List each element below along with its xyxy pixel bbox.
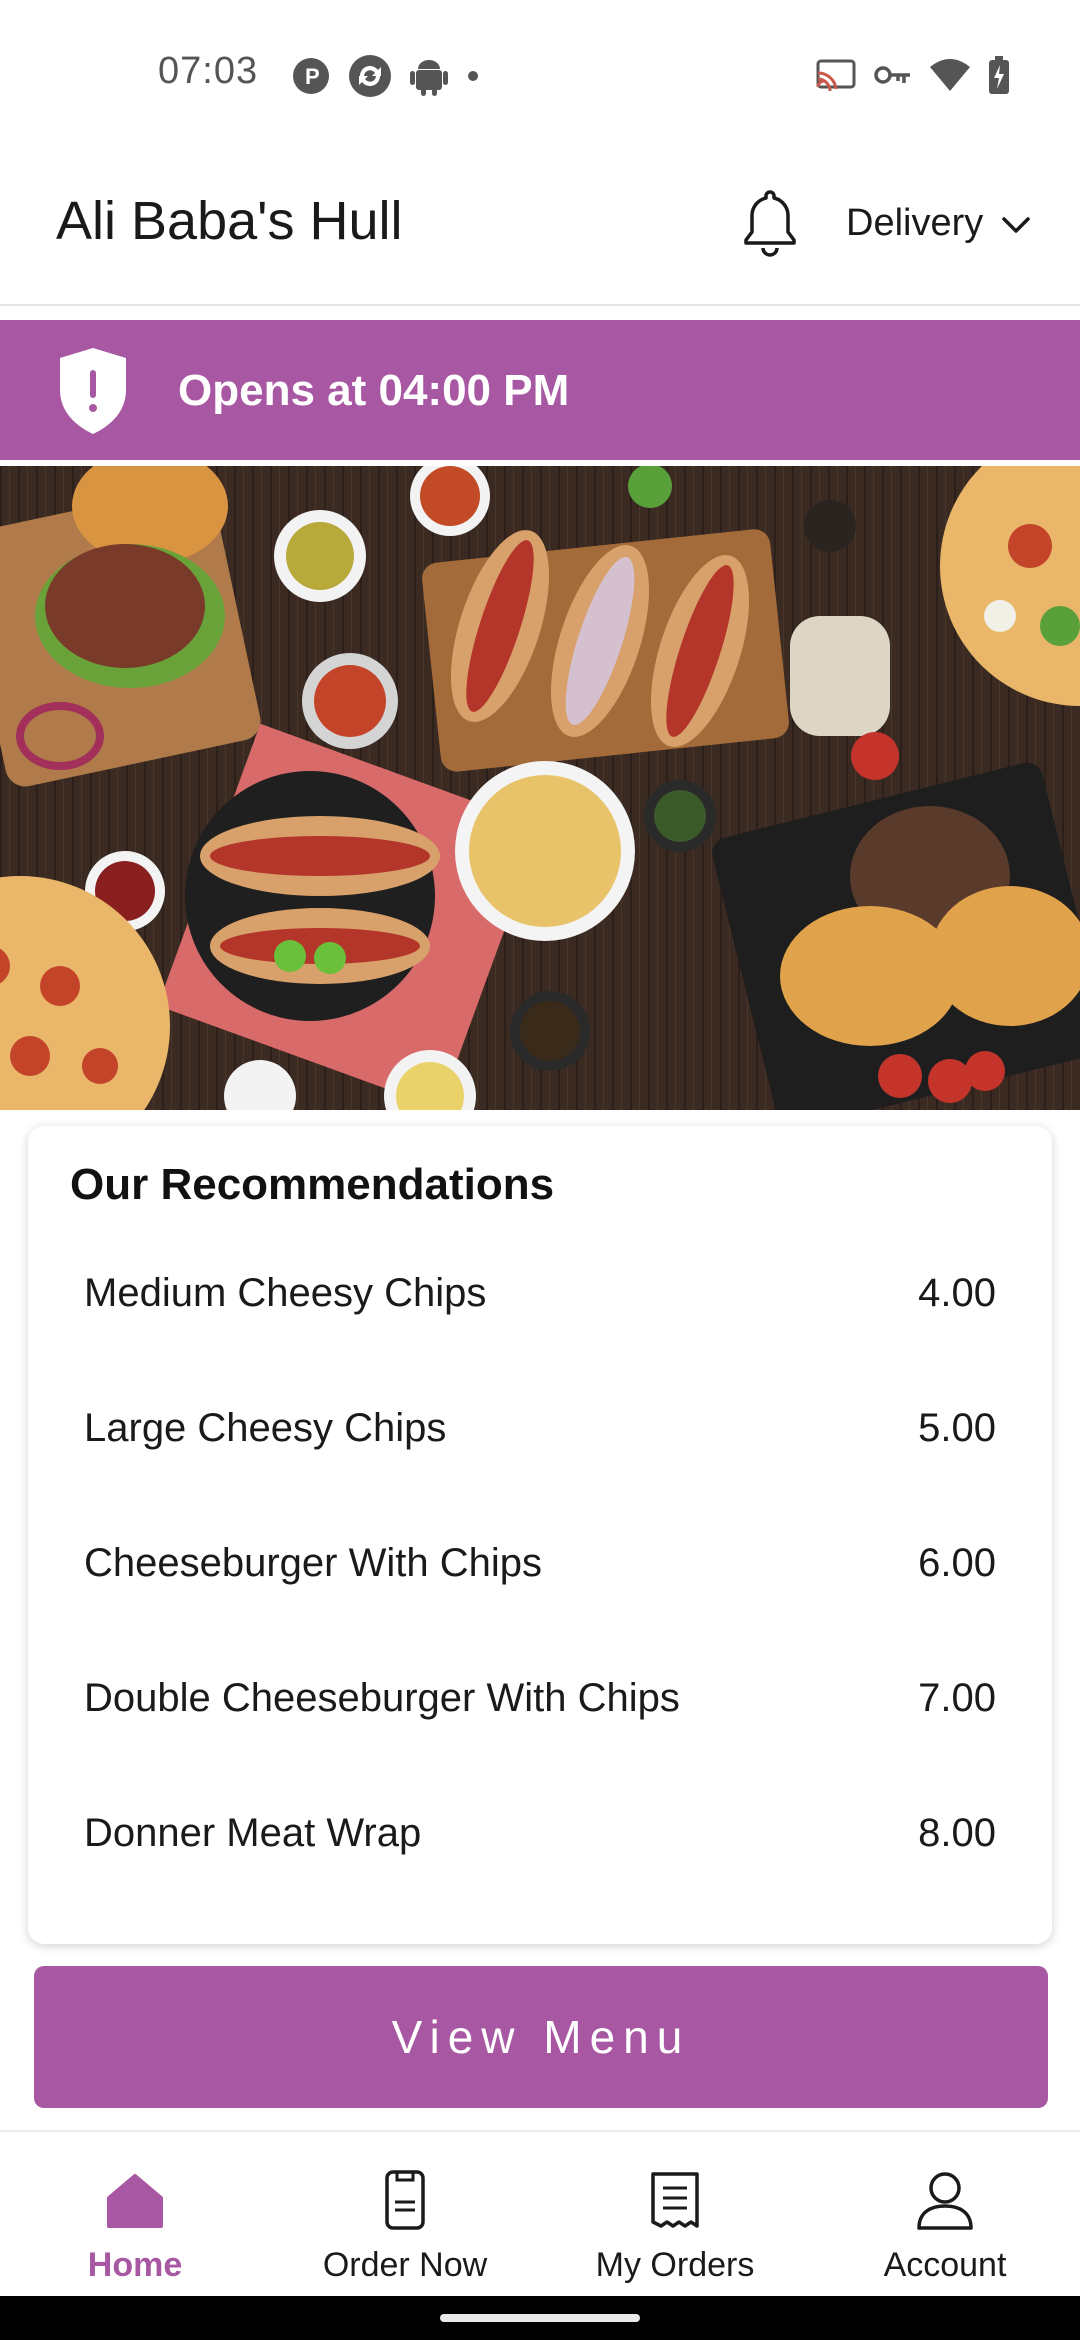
list-item[interactable]: Double Cheeseburger With Chips 7.00: [28, 1631, 1052, 1766]
home-gesture-handle[interactable]: [440, 2314, 640, 2322]
account-icon: [913, 2168, 977, 2232]
android-icon: [410, 56, 448, 96]
nav-item-account[interactable]: Account: [810, 2132, 1080, 2296]
item-name: Double Cheeseburger With Chips: [84, 1676, 680, 1720]
bottom-nav: Home Order Now My Orders Account: [0, 2130, 1080, 2296]
nav-item-my-orders[interactable]: My Orders: [540, 2132, 810, 2296]
order-mode-label: Delivery: [846, 202, 984, 244]
app-header: Ali Baba's Hull Delivery: [0, 150, 1080, 306]
order-now-icon: [373, 2168, 437, 2232]
item-price: 7.00: [918, 1676, 996, 1720]
vpn-key-icon: [874, 63, 912, 87]
dot-icon: [466, 69, 480, 83]
wifi-icon: [930, 59, 970, 91]
opening-time-text: Opens at 04:00 PM: [178, 366, 570, 415]
svg-text:P: P: [305, 64, 320, 89]
item-price: 4.00: [918, 1271, 996, 1315]
store-hours-banner: Opens at 04:00 PM: [0, 320, 1080, 460]
status-time: 07:03: [158, 50, 259, 92]
item-name: Cheeseburger With Chips: [84, 1541, 542, 1585]
recommendations-list: Medium Cheesy Chips 4.00 Large Cheesy Ch…: [28, 1226, 1052, 1901]
nav-item-home[interactable]: Home: [0, 2132, 270, 2296]
battery-charging-icon: [988, 56, 1010, 94]
list-item[interactable]: Cheeseburger With Chips 6.00: [28, 1496, 1052, 1631]
item-price: 8.00: [918, 1811, 996, 1855]
bell-icon[interactable]: [740, 186, 800, 260]
nav-label-my-orders: My Orders: [595, 2246, 755, 2284]
status-bar: 07:03 P: [0, 0, 1080, 150]
recommendations-title: Our Recommendations: [70, 1160, 555, 1209]
cast-icon: [816, 59, 856, 91]
item-price: 6.00: [918, 1541, 996, 1585]
nav-item-order-now[interactable]: Order Now: [270, 2132, 540, 2296]
chevron-down-icon: [1001, 202, 1031, 245]
nav-label-account: Account: [883, 2246, 1007, 2284]
item-price: 5.00: [918, 1406, 996, 1450]
item-name: Medium Cheesy Chips: [84, 1271, 487, 1315]
order-mode-dropdown[interactable]: Delivery: [846, 202, 1031, 245]
list-item[interactable]: Donner Meat Wrap 8.00: [28, 1766, 1052, 1901]
receipt-icon: [643, 2168, 707, 2232]
recommendations-card: Our Recommendations Medium Cheesy Chips …: [28, 1126, 1052, 1944]
system-gesture-bar: [0, 2296, 1080, 2340]
item-name: Large Cheesy Chips: [84, 1406, 447, 1450]
home-icon: [103, 2168, 167, 2232]
list-item[interactable]: Medium Cheesy Chips 4.00: [28, 1226, 1052, 1361]
sync-app-icon: [348, 54, 392, 98]
hero-food-image: [0, 466, 1080, 1110]
shield-alert-icon: [56, 346, 130, 436]
view-menu-button[interactable]: View Menu: [34, 1966, 1048, 2108]
item-name: Donner Meat Wrap: [84, 1811, 422, 1855]
nav-label-order-now: Order Now: [322, 2246, 488, 2284]
p-app-icon: P: [292, 57, 330, 95]
restaurant-name: Ali Baba's Hull: [56, 191, 403, 251]
nav-label-home: Home: [87, 2246, 183, 2284]
list-item[interactable]: Large Cheesy Chips 5.00: [28, 1361, 1052, 1496]
status-left-icons: P: [292, 54, 480, 98]
status-right-icons: [816, 56, 1010, 94]
